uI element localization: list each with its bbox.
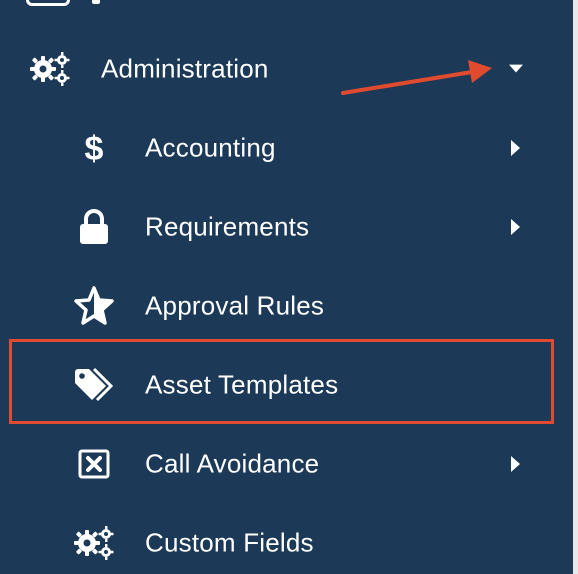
sidebar: Administration $ Accounting Requirements — [0, 0, 573, 574]
cropped-icon — [26, 0, 70, 6]
highlight-box — [9, 339, 554, 424]
caret-right-icon[interactable] — [509, 218, 523, 235]
menu-item-label: Accounting — [145, 132, 276, 162]
x-square-icon — [72, 442, 116, 486]
star-check-icon — [72, 284, 116, 328]
gears-icon — [72, 521, 116, 565]
menu-item-accounting[interactable]: $ Accounting — [0, 108, 573, 187]
lock-icon — [72, 205, 116, 249]
menu-item-approval-rules[interactable]: Approval Rules — [0, 266, 573, 345]
caret-down-icon[interactable] — [509, 62, 523, 76]
content-edge — [573, 0, 578, 574]
menu-item-call-avoidance[interactable]: Call Avoidance — [0, 424, 573, 503]
svg-text:$: $ — [85, 130, 104, 168]
caret-right-icon[interactable] — [509, 139, 523, 156]
menu-item-label: Approval Rules — [145, 290, 325, 320]
menu-item-label: Custom Fields — [145, 527, 314, 557]
menu-item-requirements[interactable]: Requirements — [0, 187, 573, 266]
menu-item-label: Call Avoidance — [145, 448, 320, 478]
cropped-label — [92, 0, 100, 4]
menu-item-custom-fields[interactable]: Custom Fields — [0, 503, 573, 574]
caret-right-icon[interactable] — [509, 455, 523, 472]
menu-item-administration[interactable]: Administration — [0, 29, 573, 108]
menu-item-label: Requirements — [145, 211, 310, 241]
menu-item-label: Administration — [101, 53, 269, 83]
dollar-icon: $ — [72, 126, 116, 170]
gears-icon — [28, 47, 72, 91]
